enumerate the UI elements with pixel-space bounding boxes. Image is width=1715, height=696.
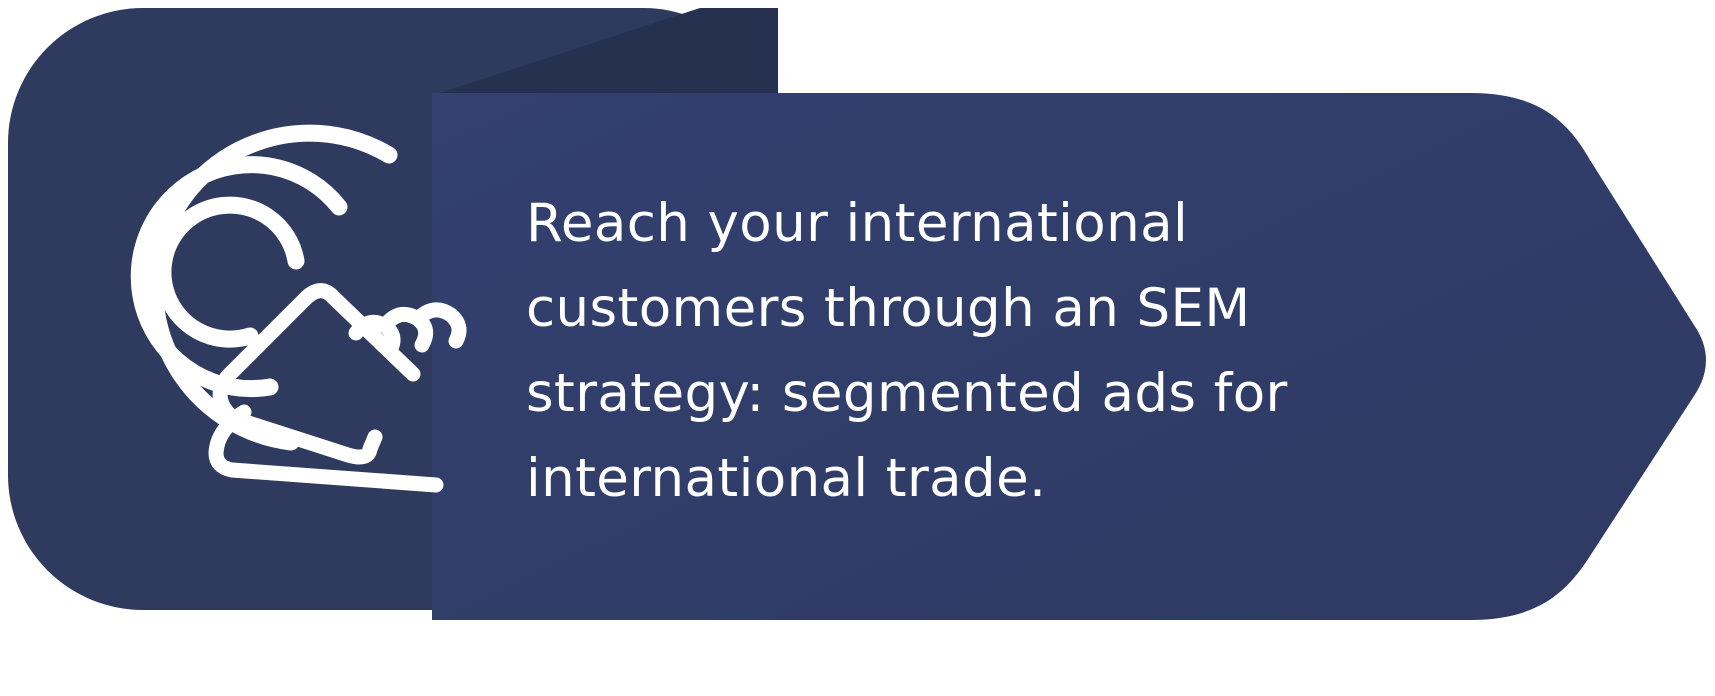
card-fold-shadow	[440, 8, 778, 93]
promo-graphic: Reach your international customers throu…	[0, 0, 1715, 696]
sem-strategy-message: Reach your international customers throu…	[526, 193, 1288, 509]
touch-target-icon	[130, 124, 467, 493]
